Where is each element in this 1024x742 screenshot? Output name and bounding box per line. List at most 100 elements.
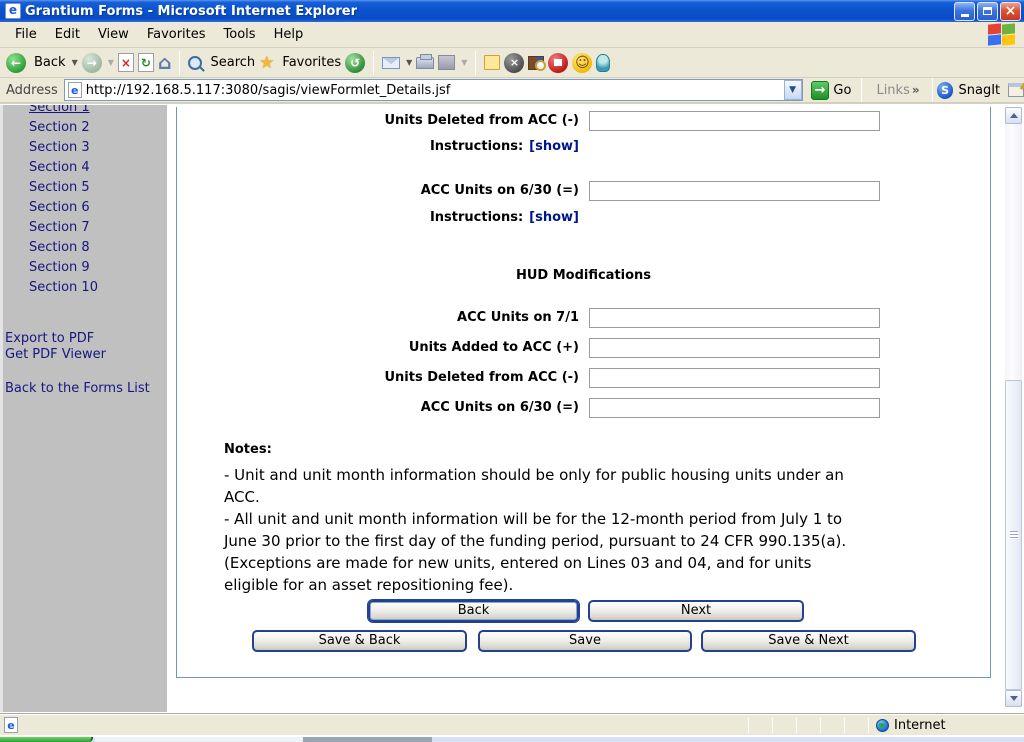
scroll-down-icon (1010, 696, 1018, 701)
browser-toolbar: ← Back ▼ → ▼ × ↻ ⌂ Search ★ Favorites ↺ … (0, 48, 1024, 78)
favorites-button-label[interactable]: Favorites (282, 55, 341, 70)
menu-file[interactable]: File (6, 23, 46, 47)
stop-plugin-icon[interactable]: × (504, 53, 524, 73)
search-icon[interactable] (188, 56, 202, 70)
navigation-sidebar: Section 1 Section 2 Section 3 Section 4 … (0, 105, 167, 712)
vertical-scrollbar[interactable] (1005, 107, 1022, 707)
research-icon[interactable] (528, 56, 544, 70)
sidebar-item-section-2[interactable]: Section 2 (29, 120, 90, 135)
next-button[interactable]: Next (588, 600, 804, 622)
instructions-label: Instructions: (430, 139, 523, 154)
export-to-pdf-link[interactable]: Export to PDF (5, 331, 94, 346)
menu-favorites[interactable]: Favorites (138, 23, 215, 47)
addressbar-separator (932, 78, 933, 102)
units-deleted-acc-input[interactable] (589, 111, 880, 131)
status-separator (748, 718, 749, 733)
back-icon[interactable]: ← (6, 53, 26, 73)
menu-help[interactable]: Help (265, 23, 313, 47)
title-bar: e Grantium Forms - Microsoft Internet Ex… (0, 0, 1024, 22)
save-next-button[interactable]: Save & Next (701, 630, 916, 652)
notes-heading: Notes: (224, 442, 272, 457)
close-button[interactable]: × (1000, 2, 1021, 21)
menu-edit[interactable]: Edit (46, 23, 89, 47)
get-pdf-viewer-link[interactable]: Get PDF Viewer (5, 347, 106, 362)
mail-dropdown-icon[interactable]: ▼ (406, 58, 412, 67)
forward-icon[interactable]: → (82, 53, 102, 73)
snagit-capture-icon[interactable] (1008, 83, 1024, 97)
back-button-label[interactable]: Back (34, 55, 66, 70)
status-separator (868, 718, 869, 733)
links-chevron-icon[interactable]: » (912, 83, 920, 97)
sidebar-item-section-10[interactable]: Section 10 (29, 280, 98, 295)
search-button-label[interactable]: Search (210, 55, 255, 70)
instructions-show-link[interactable]: [show] (529, 139, 579, 154)
toolbar-separator (373, 51, 374, 75)
snagit-button-label[interactable]: SnagIt (958, 83, 1000, 98)
address-dropdown-icon[interactable]: ▼ (784, 80, 802, 100)
home-icon[interactable]: ⌂ (158, 54, 172, 72)
address-url[interactable]: http://192.168.5.117:3080/sagis/viewForm… (86, 83, 784, 98)
sidebar-item-section-7[interactable]: Section 7 (29, 220, 90, 235)
hud-units-added-input[interactable] (589, 338, 880, 358)
hud-units-deleted-input[interactable] (589, 368, 880, 388)
restore-button[interactable] (977, 2, 998, 21)
hud-acc-units-630-input[interactable] (589, 398, 880, 418)
sidebar-item-section-8[interactable]: Section 8 (29, 240, 90, 255)
status-separator (820, 718, 821, 733)
sidebar-item-section-5[interactable]: Section 5 (29, 180, 90, 195)
scroll-down-button[interactable] (1005, 690, 1022, 707)
discuss-icon[interactable] (484, 55, 500, 70)
go-icon[interactable]: → (811, 81, 830, 100)
page-content: Section 1 Section 2 Section 3 Section 4 … (0, 105, 1024, 712)
toolbar-separator (179, 51, 180, 75)
save-back-button[interactable]: Save & Back (252, 630, 467, 652)
sidebar-item-section-4[interactable]: Section 4 (29, 160, 90, 175)
instructions-show-link[interactable]: [show] (529, 210, 579, 225)
taskbar-window-button-sliver[interactable] (303, 737, 432, 742)
windows-logo-icon (988, 24, 1018, 46)
save-button[interactable]: Save (478, 630, 692, 652)
internet-zone-label: Internet (894, 718, 946, 733)
hud-acc-units-630-label: ACC Units on 6/30 (=) (177, 400, 579, 415)
snagit-icon[interactable]: S (937, 82, 954, 99)
menu-view[interactable]: View (89, 23, 138, 47)
notes-text-line: - Unit and unit month information should… (224, 464, 964, 486)
back-to-forms-list-link[interactable]: Back to the Forms List (5, 381, 150, 396)
sidebar-item-section-3[interactable]: Section 3 (29, 140, 90, 155)
scroll-up-button[interactable] (1005, 107, 1022, 124)
edit-icon[interactable] (438, 55, 455, 70)
status-separator (844, 718, 845, 733)
mail-icon[interactable] (382, 57, 400, 69)
hud-units-deleted-label: Units Deleted from ACC (-) (177, 370, 579, 385)
start-button-sliver[interactable] (0, 737, 93, 742)
sidebar-item-section-1[interactable]: Section 1 (29, 105, 90, 115)
hud-acc-units-71-input[interactable] (589, 308, 880, 328)
back-button[interactable]: Back (368, 600, 579, 622)
stop-icon[interactable]: × (118, 53, 134, 72)
links-label[interactable]: Links (876, 83, 909, 98)
print-icon[interactable] (416, 57, 434, 69)
address-label: Address (6, 83, 58, 98)
refresh-icon[interactable]: ↻ (138, 53, 154, 72)
sidebar-item-section-6[interactable]: Section 6 (29, 200, 90, 215)
favorites-icon[interactable]: ★ (259, 53, 274, 73)
messenger-icon[interactable]: ☺ (572, 53, 592, 73)
forward-dropdown-icon[interactable]: ▼ (108, 58, 114, 67)
go-button-label[interactable]: Go (833, 83, 851, 98)
acc-units-630-input[interactable] (589, 181, 880, 201)
edit-dropdown-icon[interactable]: ▼ (461, 58, 467, 67)
close-icon: × (1005, 4, 1017, 18)
ie-app-icon: e (5, 3, 21, 19)
red-badge-icon[interactable] (548, 53, 568, 73)
address-input[interactable]: e http://192.168.5.117:3080/sagis/viewFo… (64, 79, 803, 101)
menu-tools[interactable]: Tools (215, 23, 265, 47)
sidebar-item-section-9[interactable]: Section 9 (29, 260, 90, 275)
msn-figure-icon[interactable] (596, 54, 610, 72)
scrollbar-thumb[interactable] (1005, 380, 1022, 690)
history-icon[interactable]: ↺ (345, 53, 365, 73)
units-deleted-acc-label: Units Deleted from ACC (-) (177, 113, 579, 128)
hud-acc-units-71-label: ACC Units on 7/1 (177, 310, 579, 325)
back-dropdown-icon[interactable]: ▼ (72, 58, 78, 67)
minimize-button[interactable] (954, 2, 975, 21)
hud-modifications-heading: HUD Modifications (177, 268, 990, 283)
